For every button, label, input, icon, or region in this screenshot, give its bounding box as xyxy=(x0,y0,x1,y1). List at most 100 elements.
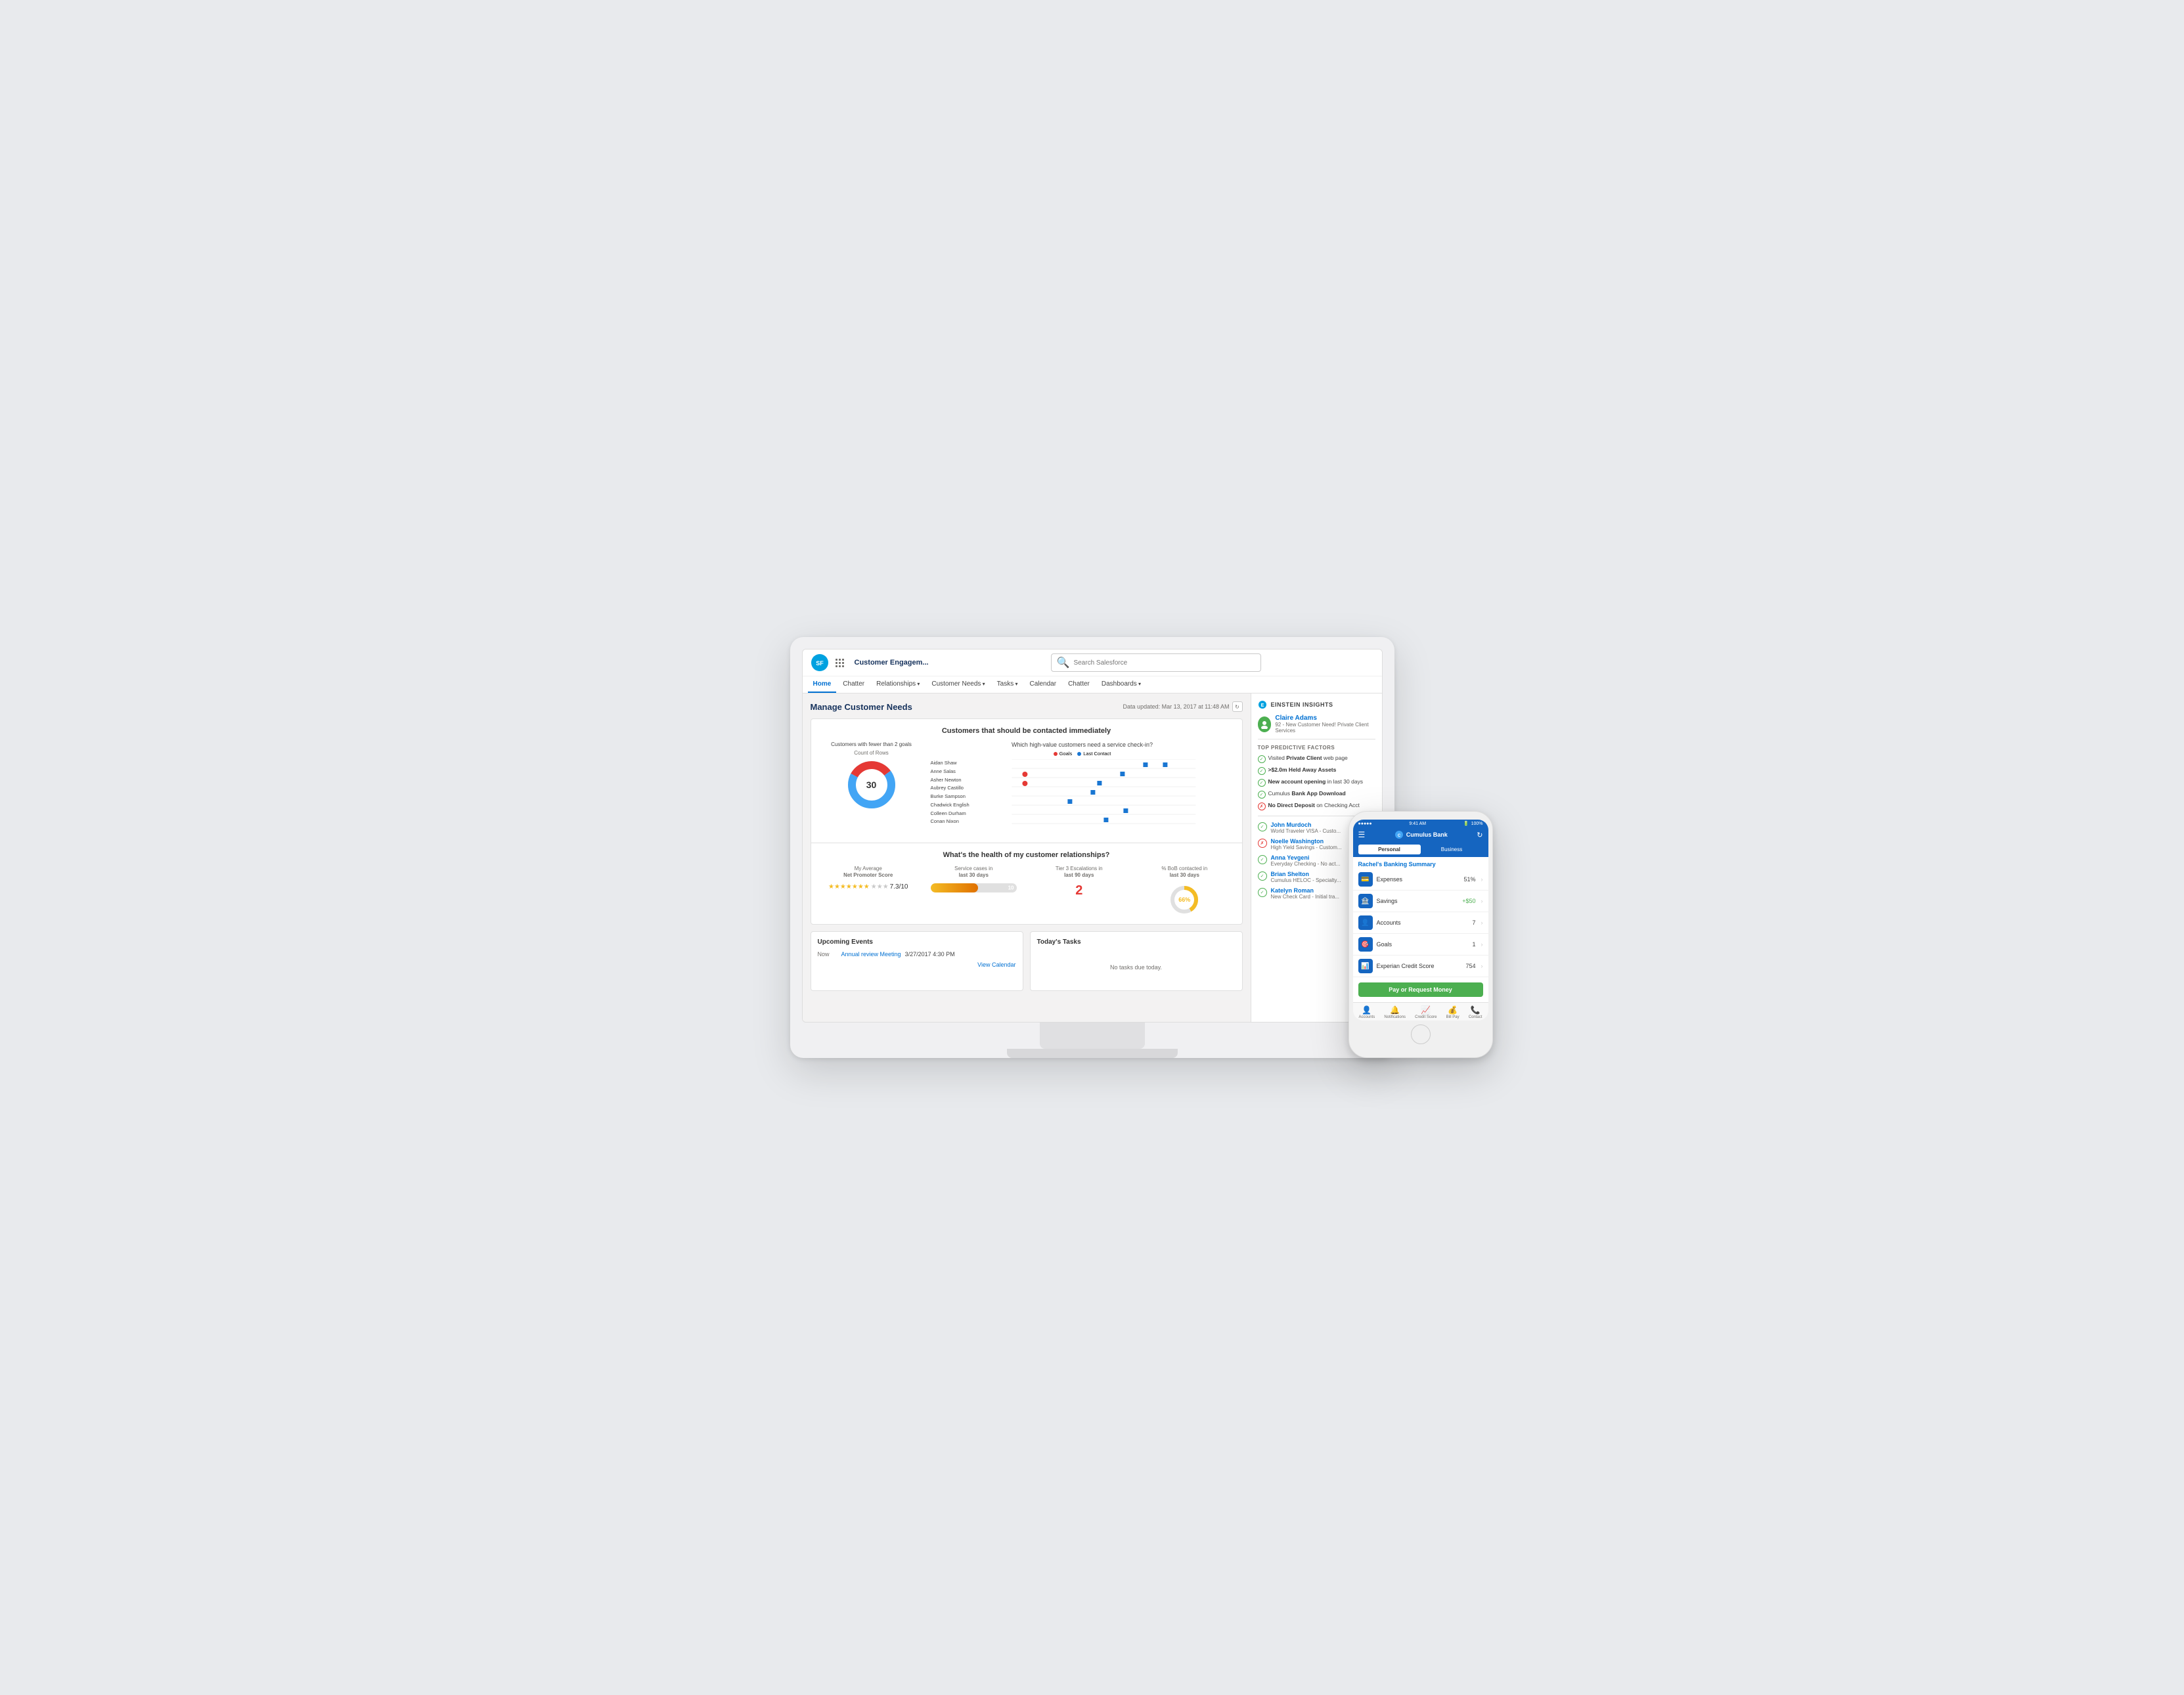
donut-number: 30 xyxy=(866,780,877,790)
contact-name-1[interactable]: John Murdoch xyxy=(1271,822,1341,828)
einstein-person-info: Claire Adams 92 - New Customer Need! Pri… xyxy=(1275,715,1375,734)
factor-positive-icon-3: ✓ xyxy=(1258,779,1266,787)
star-empty-icon: ★★★ xyxy=(871,883,889,891)
nav-item-calendar[interactable]: Calendar xyxy=(1024,676,1061,693)
legend-contact-label: Last Contact xyxy=(1083,751,1111,757)
chart-card: Customers that should be contacted immed… xyxy=(811,718,1243,925)
phone-nav-contact[interactable]: 📞 Contact xyxy=(1469,1005,1482,1019)
factor-3: ✓ New account opening in last 30 days xyxy=(1258,778,1375,787)
phone-toggle: Personal Business xyxy=(1353,842,1488,857)
tasks-title: Today's Tasks xyxy=(1037,938,1236,946)
contact-name-5[interactable]: Katelyn Roman xyxy=(1271,887,1339,894)
search-bar[interactable]: 🔍 xyxy=(1051,653,1261,672)
nav-item-chatter[interactable]: Chatter xyxy=(837,676,870,693)
search-icon: 🔍 xyxy=(1057,656,1070,669)
events-card: Upcoming Events Now Annual review Meetin… xyxy=(811,931,1023,991)
donut-chart: Customers with fewer than 2 goals Count … xyxy=(819,741,924,835)
escalation-label: Tier 3 Escalations inlast 90 days xyxy=(1030,866,1129,879)
predictive-title: TOP PREDICTIVE FACTORS xyxy=(1258,745,1375,751)
refresh-button[interactable]: ↻ xyxy=(1232,701,1243,712)
battery-icon: 🔋 xyxy=(1463,821,1469,826)
nav-item-home[interactable]: Home xyxy=(808,676,837,693)
contact-info-1: John Murdoch World Traveler VISA - Custo… xyxy=(1271,822,1341,834)
contact-icon-2: ✗ xyxy=(1258,839,1267,848)
savings-label: Savings xyxy=(1377,898,1459,904)
personal-tab[interactable]: Personal xyxy=(1358,845,1421,854)
svg-text:SF: SF xyxy=(816,660,824,667)
health-title: What's the health of my customer relatio… xyxy=(819,851,1234,859)
credit-label: Experian Credit Score xyxy=(1377,963,1462,969)
contact-icon-3: ✓ xyxy=(1258,855,1267,864)
phone-home-button[interactable] xyxy=(1411,1024,1431,1044)
phone-refresh-icon[interactable]: ↻ xyxy=(1477,831,1482,839)
factor-negative-icon-5: ✗ xyxy=(1258,803,1266,810)
bob-donut: 66% xyxy=(1168,883,1201,916)
expenses-icon: 💳 xyxy=(1358,872,1373,887)
expenses-arrow-icon: › xyxy=(1481,876,1483,883)
einstein-person-name[interactable]: Claire Adams xyxy=(1275,715,1375,722)
phone-nav-billpay[interactable]: 💰 Bill Pay xyxy=(1446,1005,1460,1019)
nav-item-relationships[interactable]: Relationships xyxy=(871,676,925,693)
svg-text:C: C xyxy=(1398,834,1401,838)
metric-bob: % BoB contacted inlast 30 days 66% xyxy=(1135,866,1234,916)
service-label: Service cases inlast 30 days xyxy=(924,866,1023,879)
pay-request-button[interactable]: Pay or Request Money xyxy=(1358,982,1483,997)
business-tab[interactable]: Business xyxy=(1421,845,1483,854)
nav-item-tasks[interactable]: Tasks xyxy=(992,676,1023,693)
factor-text-3: New account opening in last 30 days xyxy=(1268,778,1364,785)
salesforce-logo-icon: SF xyxy=(811,653,829,672)
sf-content: Manage Customer Needs Data updated: Mar … xyxy=(803,693,1251,1022)
search-input[interactable] xyxy=(1073,659,1255,667)
savings-arrow-icon: › xyxy=(1481,898,1483,904)
contact-name-2[interactable]: Noelle Washington xyxy=(1271,838,1342,845)
app-launcher-icon[interactable] xyxy=(836,659,844,667)
bank-name-text: Cumulus Bank xyxy=(1406,831,1448,838)
nav-notifications-label: Notifications xyxy=(1384,1015,1406,1019)
donut-container: 30 xyxy=(845,759,898,811)
chart-section: Customers that should be contacted immed… xyxy=(811,719,1242,843)
einstein-title: EINSTEIN INSIGHTS xyxy=(1271,701,1333,708)
nav-accounts-icon: 👤 xyxy=(1362,1005,1371,1015)
nav-contact-label: Contact xyxy=(1469,1015,1482,1019)
phone: ●●●●● 9:41 AM 🔋 100% ☰ C Cumulus Bank ↻ xyxy=(1348,811,1493,1058)
nav-credit-label: Credit Score xyxy=(1415,1015,1437,1019)
hamburger-icon[interactable]: ☰ xyxy=(1358,830,1366,839)
phone-battery: 🔋 100% xyxy=(1463,821,1483,826)
savings-icon: 🏦 xyxy=(1358,894,1373,908)
phone-nav-credit[interactable]: 📈 Credit Score xyxy=(1415,1005,1437,1019)
factor-positive-icon-1: ✓ xyxy=(1258,755,1266,763)
page-header: Manage Customer Needs Data updated: Mar … xyxy=(811,701,1243,712)
nav-item-customer-needs[interactable]: Customer Needs xyxy=(926,676,990,693)
scatter-title: Which high-value customers need a servic… xyxy=(931,741,1234,748)
einstein-person: Claire Adams 92 - New Customer Need! Pri… xyxy=(1258,715,1375,739)
contact-name-4[interactable]: Brian Shelton xyxy=(1271,871,1341,877)
nav-item-dashboards[interactable]: Dashboards xyxy=(1096,676,1146,693)
phone-nav-accounts[interactable]: 👤 Accounts xyxy=(1359,1005,1375,1019)
event-name[interactable]: Annual review Meeting xyxy=(841,951,901,958)
phone-nav-notifications[interactable]: 🔔 Notifications xyxy=(1384,1005,1406,1019)
nav-billpay-icon: 💰 xyxy=(1448,1005,1458,1015)
service-progress: 10 xyxy=(924,883,1023,892)
accounts-arrow-icon: › xyxy=(1481,919,1483,926)
metrics-row: My AverageNet Promoter Score ★★★★★★★ ★★★… xyxy=(819,866,1234,916)
savings-value: +$50 xyxy=(1462,898,1475,904)
nav-contact-icon: 📞 xyxy=(1471,1005,1481,1015)
nps-stars: ★★★★★★★ ★★★ 7.3/10 xyxy=(819,883,918,891)
accounts-label: Accounts xyxy=(1377,919,1469,926)
nav-accounts-label: Accounts xyxy=(1359,1015,1375,1019)
contact-sub-1: World Traveler VISA - Custo... xyxy=(1271,828,1341,834)
metric-escalation: Tier 3 Escalations inlast 90 days 2 xyxy=(1030,866,1129,916)
einstein-person-detail: 92 - New Customer Need! Private Client S… xyxy=(1275,722,1375,734)
monitor: SF Customer Engagem... 🔍 Home xyxy=(790,637,1394,1058)
contact-name-3[interactable]: Anna Yevgeni xyxy=(1271,854,1341,861)
contact-sub-2: High Yield Savings - Custom... xyxy=(1271,845,1342,850)
service-value: 10 xyxy=(1008,885,1014,891)
event-row: Now Annual review Meeting 3/27/2017 4:30… xyxy=(818,951,1016,958)
data-updated-bar: Data updated: Mar 13, 2017 at 11:48 AM ↻ xyxy=(1123,701,1243,712)
scatter-plot-area xyxy=(973,759,1234,835)
view-calendar-link[interactable]: View Calendar xyxy=(818,961,1016,968)
accounts-value: 7 xyxy=(1472,919,1475,926)
contact-icon-5: ✓ xyxy=(1258,888,1267,897)
nav-item-chatter-2[interactable]: Chatter xyxy=(1063,676,1095,693)
nps-value: 7.3/10 xyxy=(890,883,908,891)
